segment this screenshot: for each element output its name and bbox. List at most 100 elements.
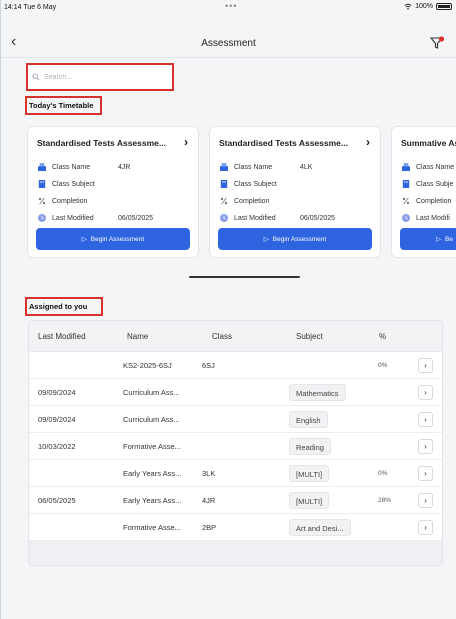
class-subject-label: Class Subject [52, 180, 95, 188]
chevron-right-icon[interactable]: › [366, 135, 370, 149]
nav-bar: ‹ Assessment [1, 28, 456, 58]
search-box[interactable] [26, 63, 174, 91]
battery-percent: 100% [415, 3, 433, 10]
table-row[interactable]: 10/03/2022 Formative Asse... Reading › [29, 433, 442, 460]
cell-class: 3LK [202, 469, 216, 478]
class-name-label: Class Name [52, 163, 91, 171]
card-title: Standardised Tests Assessme... [37, 138, 166, 148]
row-chevron-icon[interactable]: › [418, 493, 433, 508]
cell-name: Curriculum Ass... [123, 415, 180, 424]
row-chevron-icon[interactable]: › [418, 466, 433, 481]
chevron-right-icon[interactable]: › [184, 135, 188, 149]
status-bar: 14:14 Tue 6 May ••• 100% [1, 0, 456, 20]
app-frame: 14:14 Tue 6 May ••• 100% ‹ Assessment Se… [0, 0, 456, 619]
card-row-last-modified: Last Modifi [402, 214, 450, 222]
cell-last-modified: 10/03/2022 [38, 442, 76, 451]
table-row[interactable]: 09/09/2024 Curriculum Ass... English › [29, 406, 442, 433]
begin-assessment-label: Begin Assessment [272, 235, 327, 243]
row-chevron-icon[interactable]: › [418, 412, 433, 427]
card-row-class-name: Class Name 4JR [38, 163, 130, 171]
card-title: Standardised Tests Assessme... [219, 138, 348, 148]
card-row-class-subject: Class Subject [38, 180, 95, 188]
cell-subject-chip: Mathematics [289, 384, 346, 401]
cell-name: Curriculum Ass... [123, 388, 180, 397]
card-row-completion: Completion [220, 197, 269, 205]
table-header: Last Modified Name Class Subject % [29, 321, 442, 352]
card-row-last-modified: Last Modified 06/05/2025 [220, 214, 335, 222]
play-icon: ▷ [81, 236, 87, 243]
clock-icon [38, 214, 46, 222]
completion-label: Completion [234, 197, 270, 205]
search-icon [32, 73, 40, 81]
col-last-modified[interactable]: Last Modified [38, 332, 86, 341]
filter-icon[interactable] [430, 36, 444, 50]
col-class[interactable]: Class [212, 332, 232, 341]
cell-class: 4JR [202, 496, 216, 505]
col-name[interactable]: Name [127, 332, 148, 341]
cell-subject-chip: English [289, 411, 328, 428]
table-row[interactable]: KS2-2025-6SJ 6SJ 0% › [29, 352, 442, 379]
row-chevron-icon[interactable]: › [418, 439, 433, 454]
row-chevron-icon[interactable]: › [418, 385, 433, 400]
class-icon [220, 163, 228, 171]
cell-class: 6SJ [202, 361, 215, 370]
cell-class: 2BP [202, 523, 217, 532]
cell-last-modified: 06/05/2025 [38, 496, 76, 505]
col-subject[interactable]: Subject [296, 332, 323, 341]
timetable-carousel[interactable]: Standardised Tests Assessme... › Class N… [1, 126, 456, 266]
card-row-class-subject: Class Subje [402, 180, 453, 188]
class-icon [38, 163, 46, 171]
cell-subject-chip: Reading [289, 438, 331, 455]
begin-assessment-button[interactable]: ▷ Be [400, 228, 456, 250]
timetable-card[interactable]: Standardised Tests Assessme... › Class N… [27, 126, 199, 258]
book-icon [402, 180, 410, 188]
last-modified-label: Last Modified [52, 214, 94, 222]
row-chevron-icon[interactable]: › [418, 520, 433, 535]
class-name-label: Class Name [234, 163, 273, 171]
search-input[interactable] [44, 73, 154, 81]
cell-subject-chip: Art and Desi... [289, 519, 351, 536]
begin-assessment-button[interactable]: ▷ Begin Assessment [218, 228, 372, 250]
col-percent[interactable]: % [379, 332, 386, 341]
timetable-card[interactable]: Summative As Class Name Class Subje Comp… [391, 126, 456, 258]
play-icon: ▷ [263, 236, 269, 243]
class-name-label: Class Name [416, 163, 455, 171]
cell-last-modified: 09/09/2024 [38, 415, 76, 424]
cell-name: KS2-2025-6SJ [123, 361, 172, 370]
assigned-table: Last Modified Name Class Subject % KS2-2… [28, 320, 443, 566]
last-modified-label: Last Modified [234, 214, 276, 222]
nav-divider [1, 57, 456, 58]
card-row-last-modified: Last Modified 06/05/2025 [38, 214, 153, 222]
last-modified-value: 06/05/2025 [300, 214, 336, 222]
card-title: Summative As [401, 138, 456, 148]
last-modified-value: 06/05/2025 [118, 214, 154, 222]
clock-icon [402, 214, 410, 222]
clock-icon [220, 214, 228, 222]
cell-name: Early Years Ass... [123, 469, 182, 478]
assigned-heading: Assigned to you [25, 297, 103, 316]
table-row[interactable]: Early Years Ass... 3LK [MULTI] 0% › [29, 460, 442, 487]
multitask-dots[interactable]: ••• [225, 1, 237, 11]
cell-subject-chip: [MULTI] [289, 465, 330, 482]
table-footer [29, 541, 442, 565]
play-icon: ▷ [436, 236, 441, 243]
wifi-icon [404, 3, 412, 10]
class-subject-label: Class Subject [234, 180, 277, 188]
book-icon [220, 180, 228, 188]
battery-icon [436, 3, 452, 10]
table-row[interactable]: 06/05/2025 Early Years Ass... 4JR [MULTI… [29, 487, 442, 514]
card-row-completion: Completion [38, 197, 87, 205]
begin-assessment-button[interactable]: ▷ Begin Assessment [36, 228, 190, 250]
table-row[interactable]: 09/09/2024 Curriculum Ass... Mathematics… [29, 379, 442, 406]
row-chevron-icon[interactable]: › [418, 358, 433, 373]
cell-percent: 28% [378, 497, 392, 504]
timetable-card[interactable]: Standardised Tests Assessme... › Class N… [209, 126, 381, 258]
begin-assessment-label: Be [445, 235, 453, 243]
carousel-scroll-indicator[interactable] [189, 276, 300, 278]
status-time: 14:14 Tue 6 May [4, 4, 57, 11]
percent-icon [38, 197, 46, 205]
cell-percent: 0% [378, 470, 388, 477]
cell-name: Formative Asse... [123, 442, 181, 451]
card-row-class-subject: Class Subject [220, 180, 277, 188]
table-row[interactable]: Formative Asse... 2BP Art and Desi... › [29, 514, 442, 541]
